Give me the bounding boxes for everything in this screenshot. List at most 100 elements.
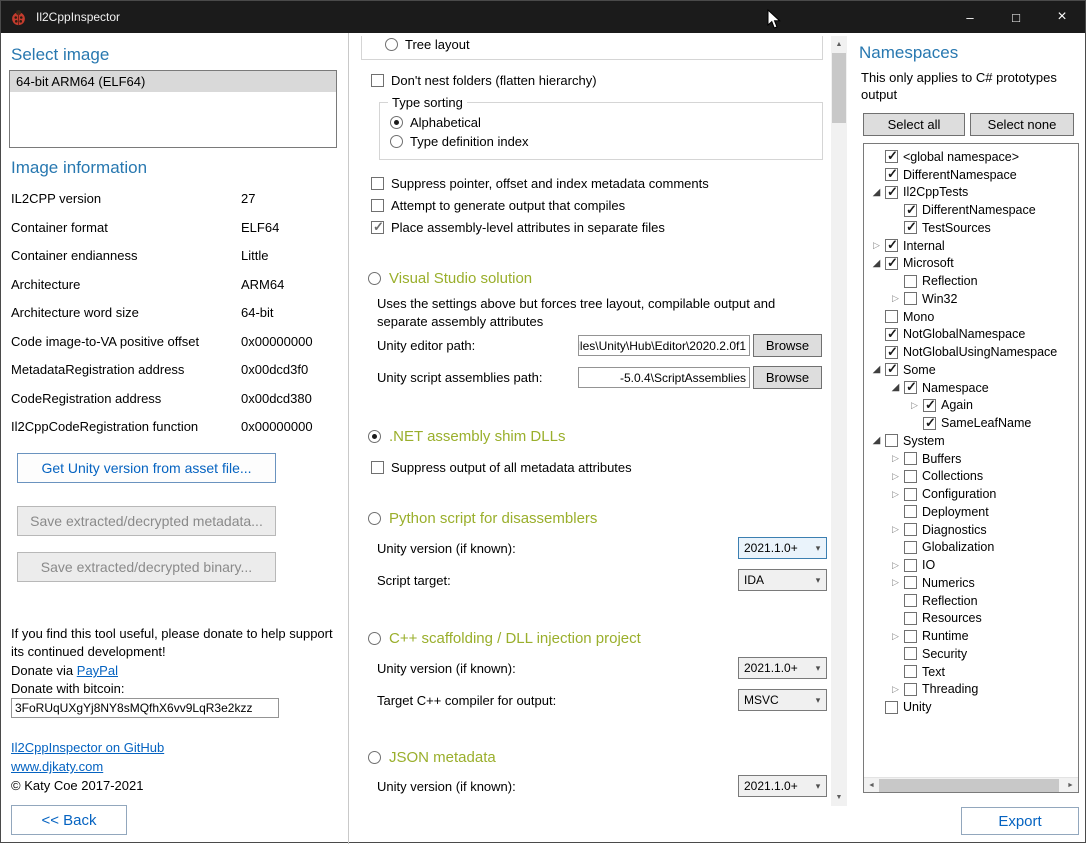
namespace-checkbox[interactable] [904,204,917,217]
namespace-checkbox[interactable] [904,594,917,607]
horizontal-scrollbar-thumb[interactable] [879,779,1059,792]
namespace-checkbox[interactable] [904,292,917,305]
namespace-checkbox[interactable] [904,381,917,394]
tree-item[interactable]: ▷Buffers [868,450,1077,468]
tree-item[interactable]: ▷ Again [868,397,1077,415]
namespace-checkbox[interactable] [885,257,898,270]
namespace-checkbox[interactable] [885,346,898,359]
tree-item[interactable]: NotGlobalNamespace [868,326,1077,344]
tree-item[interactable]: Security [868,645,1077,663]
namespace-checkbox[interactable] [885,168,898,181]
expand-arrow-icon[interactable]: ▷ [906,400,923,411]
namespace-checkbox[interactable] [904,221,917,234]
namespace-checkbox[interactable] [904,470,917,483]
namespace-checkbox[interactable] [885,310,898,323]
namespace-checkbox[interactable] [904,630,917,643]
namespace-label: Unity [903,700,931,714]
namespace-checkbox[interactable] [885,186,898,199]
select-none-button[interactable]: Select none [970,113,1074,136]
namespace-checkbox[interactable] [923,399,936,412]
namespace-checkbox[interactable] [885,239,898,252]
expand-arrow-icon[interactable]: ▷ [887,489,904,500]
tree-item[interactable]: Unity [868,698,1077,716]
collapse-arrow-icon[interactable]: ◢ [868,187,885,198]
tree-item[interactable]: NotGlobalUsingNamespace [868,343,1077,361]
tree-item[interactable]: ▷Runtime [868,627,1077,645]
namespace-checkbox[interactable] [904,541,917,554]
maximize-icon[interactable]: □ [993,1,1039,33]
tree-item[interactable]: ◢System [868,432,1077,450]
namespace-checkbox[interactable] [885,328,898,341]
expand-arrow-icon[interactable]: ▷ [887,577,904,588]
namespace-checkbox[interactable] [904,523,917,536]
tree-item[interactable]: ▷IO [868,556,1077,574]
select-all-button[interactable]: Select all [863,113,965,136]
expand-arrow-icon[interactable]: ▷ [868,240,885,251]
tree-item[interactable]: ◢Il2CppTests [868,184,1077,202]
namespace-checkbox[interactable] [904,665,917,678]
export-button[interactable]: Export [961,807,1079,835]
namespace-checkbox[interactable] [904,683,917,696]
tree-item[interactable]: ▷Configuration [868,485,1077,503]
expand-arrow-icon[interactable]: ▷ [887,293,904,304]
namespace-checkbox[interactable] [923,417,936,430]
right-panel: Namespaces This only applies to C# proto… [1,1,1085,842]
tree-item[interactable]: DifferentNamespace [868,166,1077,184]
tree-item[interactable]: SameLeafName [868,414,1077,432]
collapse-arrow-icon[interactable]: ◢ [868,435,885,446]
tree-item[interactable]: Mono [868,308,1077,326]
namespace-checkbox[interactable] [904,488,917,501]
tree-item[interactable]: DifferentNamespace [868,201,1077,219]
namespace-checkbox[interactable] [904,452,917,465]
tree-item[interactable]: Deployment [868,503,1077,521]
namespace-checkbox[interactable] [904,505,917,518]
namespace-label: Some [903,363,936,377]
tree-item[interactable]: Reflection [868,272,1077,290]
expand-arrow-icon[interactable]: ▷ [887,524,904,535]
namespace-checkbox[interactable] [904,612,917,625]
namespace-checkbox[interactable] [885,363,898,376]
collapse-arrow-icon[interactable]: ◢ [868,364,885,375]
tree-item[interactable]: Text [868,663,1077,681]
tree-horizontal-scrollbar[interactable]: ◄ ► [864,777,1078,792]
tree-item[interactable]: ▷Threading [868,681,1077,699]
expand-arrow-icon[interactable]: ▷ [887,560,904,571]
namespace-label: Mono [903,310,934,324]
namespace-checkbox[interactable] [904,275,917,288]
tree-item[interactable]: Resources [868,610,1077,628]
minimize-icon[interactable]: – [947,1,993,33]
namespace-label: Numerics [922,576,975,590]
tree-item[interactable]: ◢ Some [868,361,1077,379]
namespace-checkbox[interactable] [885,150,898,163]
namespace-checkbox[interactable] [904,647,917,660]
expand-arrow-icon[interactable]: ▷ [887,453,904,464]
tree-item[interactable]: ▷Collections [868,468,1077,486]
namespace-label: Namespace [922,381,989,395]
namespace-label: Microsoft [903,256,954,270]
tree-item[interactable]: ▷Win32 [868,290,1077,308]
tree-item[interactable]: ▷Internal [868,237,1077,255]
scroll-right-icon[interactable]: ► [1063,778,1078,793]
tree-item[interactable]: Globalization [868,539,1077,557]
scroll-left-icon[interactable]: ◄ [864,778,879,793]
close-icon[interactable]: × [1039,1,1085,33]
tree-item[interactable]: TestSources [868,219,1077,237]
namespace-label: Again [941,398,973,412]
namespace-checkbox[interactable] [904,559,917,572]
namespace-label: Reflection [922,594,978,608]
collapse-arrow-icon[interactable]: ◢ [887,382,904,393]
collapse-arrow-icon[interactable]: ◢ [868,258,885,269]
tree-item[interactable]: Reflection [868,592,1077,610]
tree-item[interactable]: <global namespace> [868,148,1077,166]
namespace-checkbox[interactable] [885,434,898,447]
expand-arrow-icon[interactable]: ▷ [887,631,904,642]
tree-item[interactable]: ◢ Namespace [868,379,1077,397]
tree-item[interactable]: ◢ Microsoft [868,255,1077,273]
tree-item[interactable]: ▷ Numerics [868,574,1077,592]
namespace-checkbox[interactable] [885,701,898,714]
expand-arrow-icon[interactable]: ▷ [887,471,904,482]
namespace-checkbox[interactable] [904,576,917,589]
expand-arrow-icon[interactable]: ▷ [887,684,904,695]
tree-item[interactable]: ▷Diagnostics [868,521,1077,539]
namespace-label: Resources [922,611,982,625]
